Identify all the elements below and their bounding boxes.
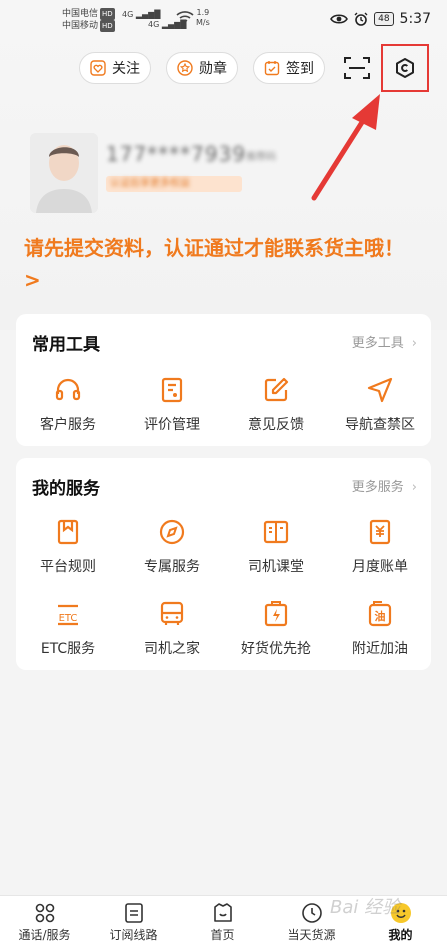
tool-customer-service[interactable]: 客户服务 [16, 376, 120, 434]
services-card: 我的服务 更多服务 › 平台规则 专属服务 司机课堂 月度账单 ETC ETC服务… [16, 458, 431, 670]
follow-button[interactable]: 关注 [79, 52, 151, 84]
services-card-title: 我的服务 [32, 479, 100, 499]
service-driver-home[interactable]: 司机之家 [120, 600, 224, 658]
tool-navigation[interactable]: 导航查禁区 [328, 376, 432, 434]
chevron-right-icon: › [411, 336, 417, 351]
list-doc-icon [124, 903, 143, 923]
hd-badge-1: HD [100, 8, 115, 20]
nav-subscribe-route[interactable]: 订阅线路 [89, 902, 178, 942]
service-label: 附近加油 [352, 641, 408, 657]
signal-icon-1: 4G ▂▄▆█ [122, 10, 161, 19]
nav-home[interactable]: 首页 [178, 902, 267, 942]
certification-tip[interactable]: 认证后享更多权益 [106, 176, 242, 192]
service-monthly-bill[interactable]: 月度账单 [328, 518, 432, 576]
review-icon [161, 377, 183, 403]
tool-feedback[interactable]: 意见反馈 [224, 376, 328, 434]
book-icon [263, 520, 289, 544]
nav-label: 订阅线路 [109, 928, 158, 942]
alarm-icon [354, 12, 368, 26]
heart-icon [90, 60, 106, 76]
svg-text:ETC: ETC [59, 613, 78, 624]
battery-indicator: 48 [374, 12, 394, 26]
service-label: 司机之家 [144, 641, 200, 657]
settings-button[interactable] [381, 44, 429, 92]
tools-card: 常用工具 更多工具 › 客户服务 评价管理 意见反馈 导航查禁区 [16, 314, 431, 446]
red-arrow-annotation [311, 94, 380, 201]
service-priority-cargo[interactable]: 好货优先抢 [224, 600, 328, 658]
edit-icon [264, 377, 289, 402]
carrier-info: 中国电信 HD 中国移动 HD [62, 8, 115, 32]
tool-label: 评价管理 [144, 417, 200, 433]
checkin-label: 签到 [286, 61, 314, 77]
phone-tag: 推荐码 [246, 152, 276, 163]
compass-icon [159, 519, 185, 545]
wifi-icon [176, 10, 194, 28]
calendar-check-icon [264, 61, 280, 76]
truck-icon [160, 601, 184, 625]
nav-label: 我的 [388, 928, 413, 942]
tool-label: 意见反馈 [248, 417, 304, 433]
service-platform-rules[interactable]: 平台规则 [16, 518, 120, 576]
phone-number: 177****7939 [106, 142, 247, 166]
more-tools-link[interactable]: 更多工具 › [352, 332, 417, 351]
home-icon [213, 903, 232, 922]
status-bar: 中国电信 HD 中国移动 HD 4G ▂▄▆█ 4G ▂▄▆█ 1.9 M/s 48… [0, 0, 447, 40]
service-exclusive[interactable]: 专属服务 [120, 518, 224, 576]
lightning-box-icon [264, 601, 288, 627]
service-driver-class[interactable]: 司机课堂 [224, 518, 328, 576]
more-services-link[interactable]: 更多服务 › [352, 476, 417, 495]
bill-icon [369, 519, 391, 545]
nav-label: 当天货源 [287, 928, 336, 942]
tools-card-title: 常用工具 [32, 335, 100, 355]
carrier-1: 中国电信 [62, 9, 99, 19]
hd-badge-2: HD [100, 20, 115, 32]
status-right: 48 5:37 [330, 11, 431, 27]
scan-icon[interactable] [344, 56, 370, 80]
nav-label: 通话/服务 [18, 928, 71, 942]
avatar[interactable] [30, 133, 98, 213]
service-label: 月度账单 [352, 559, 408, 575]
svg-text:油: 油 [375, 609, 386, 623]
eye-icon [330, 14, 349, 24]
medal-button[interactable]: 勋章 [166, 52, 238, 84]
grid-icon [35, 903, 54, 923]
medal-icon [177, 60, 193, 76]
nav-call-service[interactable]: 通话/服务 [0, 902, 89, 942]
clock-icon [301, 903, 322, 923]
settings-gear-icon [396, 58, 414, 78]
tool-review-management[interactable]: 评价管理 [120, 376, 224, 434]
service-nearby-fuel[interactable]: 油 附近加油 [328, 600, 432, 658]
medal-label: 勋章 [199, 61, 227, 77]
carrier-2: 中国移动 [62, 21, 99, 31]
service-label: 司机课堂 [248, 559, 304, 575]
follow-label: 关注 [112, 61, 140, 77]
service-label: 平台规则 [40, 559, 96, 575]
tool-label: 客户服务 [40, 417, 96, 433]
nav-label: 首页 [210, 928, 235, 942]
headset-icon [55, 378, 81, 401]
bookmark-icon [57, 519, 79, 545]
service-label: 好货优先抢 [241, 641, 311, 657]
tool-label: 导航查禁区 [345, 417, 415, 433]
navigation-icon [367, 377, 393, 403]
clock: 5:37 [399, 11, 431, 27]
certification-tip-text: 认证后享更多权益 [110, 178, 190, 189]
network-speed: 1.9 M/s [196, 8, 210, 27]
service-label: ETC服务 [40, 641, 96, 657]
etc-icon: ETC [58, 604, 78, 626]
checkin-button[interactable]: 签到 [253, 52, 325, 84]
service-label: 专属服务 [144, 559, 200, 575]
service-etc[interactable]: ETC ETC服务 [16, 600, 120, 658]
watermark: Bai 经验 [330, 897, 401, 918]
certification-notice[interactable]: 请先提交资料，认证通过才能联系货主哦！ > [24, 232, 424, 296]
chevron-right-icon: › [411, 480, 417, 495]
fuel-icon: 油 [368, 601, 392, 627]
